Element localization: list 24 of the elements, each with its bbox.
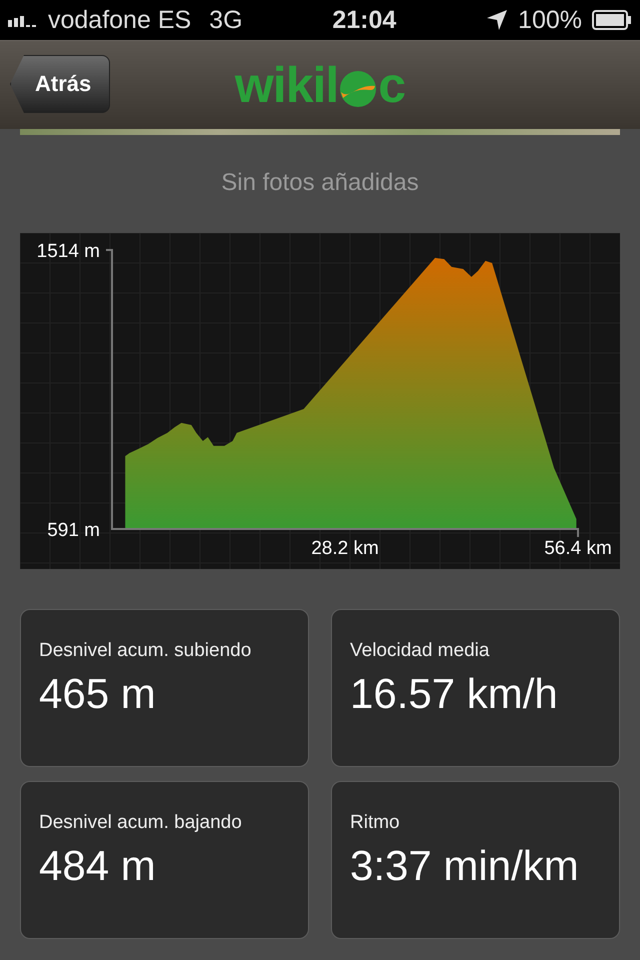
stat-value: 484 m	[39, 842, 157, 890]
no-photos-message: Sin fotos añadidas	[220, 169, 420, 197]
x-axis-label: 56.4 km	[544, 538, 612, 559]
carrier-name: vodafone ES	[48, 6, 192, 34]
logo-text: wikil	[234, 56, 338, 114]
clock-time: 21:04	[332, 6, 396, 34]
battery-icon	[592, 10, 632, 30]
back-button[interactable]: Atrás	[10, 55, 110, 113]
stat-label: Desnivel acum. subiendo	[39, 640, 252, 662]
logo-text: c	[378, 56, 406, 114]
globe-icon	[339, 70, 378, 108]
x-axis-label: 28.2 km	[311, 538, 379, 559]
signal-icon	[8, 13, 38, 27]
stat-label: Ritmo	[350, 812, 401, 834]
network-type: 3G	[209, 6, 243, 34]
location-arrow-icon	[486, 9, 508, 31]
stat-value: 3:37 min/km	[350, 842, 580, 890]
stat-value: 465 m	[39, 670, 157, 718]
stat-value: 16.57 km/h	[350, 670, 559, 718]
battery-percent: 100%	[518, 6, 582, 34]
stat-label: Desnivel acum. bajando	[39, 812, 243, 834]
stat-label: Velocidad media	[350, 640, 490, 662]
y-axis-label: 1514 m	[36, 241, 100, 262]
y-axis-label: 591 m	[47, 520, 100, 541]
